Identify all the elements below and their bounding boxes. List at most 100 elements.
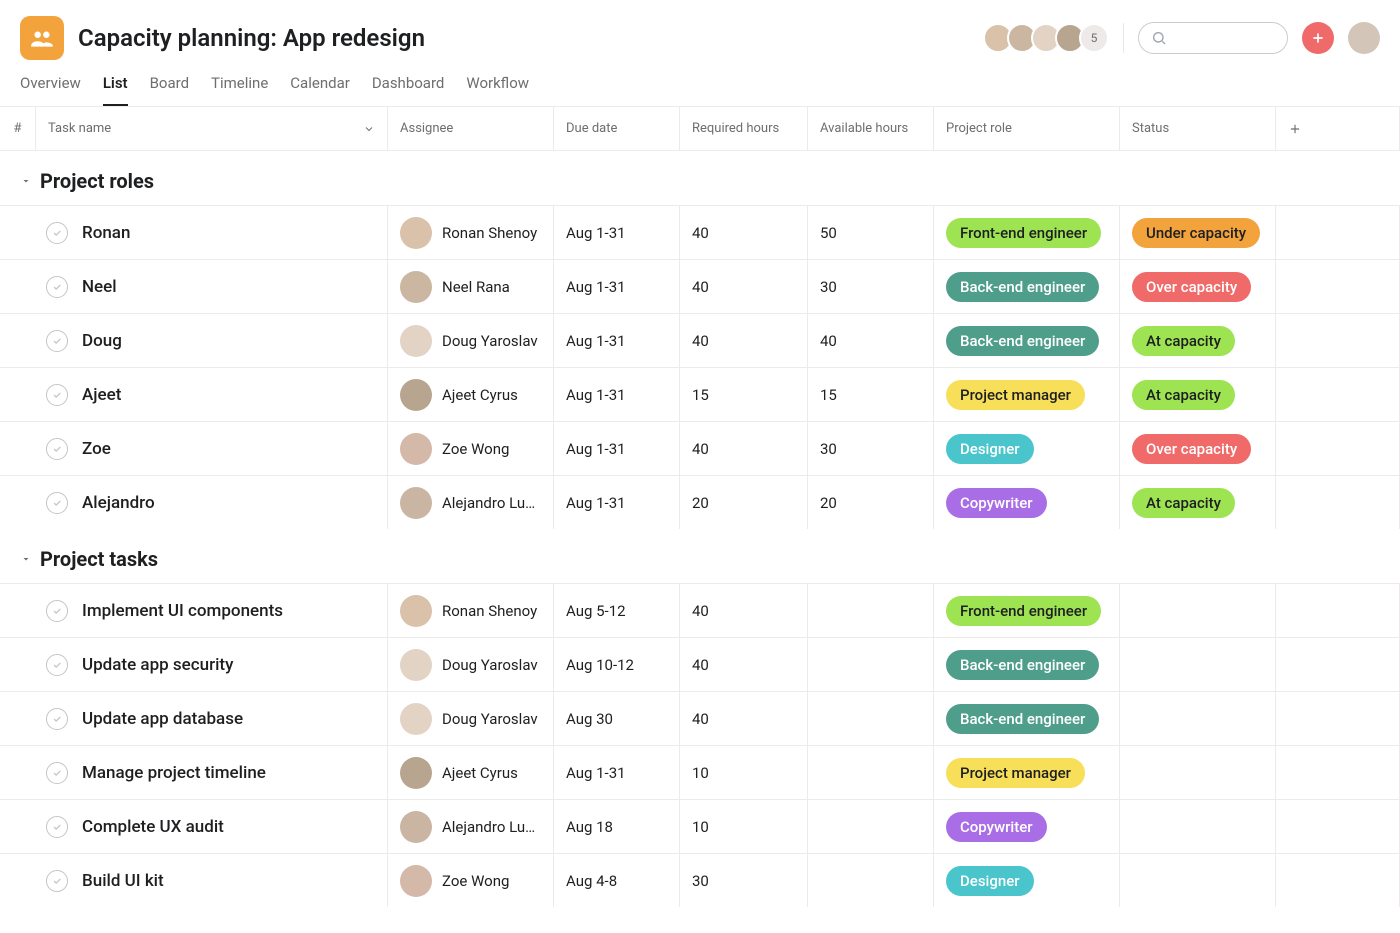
role-cell[interactable]: Project manager <box>934 368 1120 421</box>
assignee-cell[interactable]: Neel Rana <box>388 260 554 313</box>
table-row[interactable]: Update app securityDoug YaroslavAug 10-1… <box>0 637 1400 691</box>
available-hours-cell[interactable]: 30 <box>808 260 934 313</box>
assignee-cell[interactable]: Doug Yaroslav <box>388 692 554 745</box>
status-cell[interactable]: Under capacity <box>1120 206 1276 259</box>
status-cell[interactable] <box>1120 584 1276 637</box>
available-hours-cell[interactable]: 30 <box>808 422 934 475</box>
due-date-cell[interactable]: Aug 5-12 <box>554 584 680 637</box>
assignee-cell[interactable]: Doug Yaroslav <box>388 638 554 691</box>
required-hours-cell[interactable]: 40 <box>680 260 808 313</box>
status-cell[interactable]: Over capacity <box>1120 422 1276 475</box>
assignee-cell[interactable]: Ronan Shenoy <box>388 206 554 259</box>
table-row[interactable]: AlejandroAlejandro LunaAug 1-312020Copyw… <box>0 475 1400 529</box>
section-header[interactable]: Project roles <box>0 151 1400 205</box>
role-cell[interactable]: Back-end engineer <box>934 692 1120 745</box>
available-hours-cell[interactable] <box>808 800 934 853</box>
complete-toggle[interactable] <box>46 654 68 676</box>
role-cell[interactable]: Back-end engineer <box>934 314 1120 367</box>
complete-toggle[interactable] <box>46 492 68 514</box>
required-hours-cell[interactable]: 40 <box>680 584 808 637</box>
assignee-cell[interactable]: Ronan Shenoy <box>388 584 554 637</box>
add-button[interactable] <box>1302 22 1334 54</box>
due-date-cell[interactable]: Aug 1-31 <box>554 746 680 799</box>
role-cell[interactable]: Project manager <box>934 746 1120 799</box>
role-cell[interactable]: Front-end engineer <box>934 584 1120 637</box>
complete-toggle[interactable] <box>46 384 68 406</box>
task-name-cell[interactable]: Build UI kit <box>36 854 388 907</box>
task-name-cell[interactable]: Doug <box>36 314 388 367</box>
col-assignee[interactable]: Assignee <box>388 107 554 150</box>
complete-toggle[interactable] <box>46 222 68 244</box>
role-cell[interactable]: Copywriter <box>934 476 1120 529</box>
avatar-overflow-count[interactable]: 5 <box>1079 23 1109 53</box>
task-name-cell[interactable]: Implement UI components <box>36 584 388 637</box>
available-hours-cell[interactable]: 40 <box>808 314 934 367</box>
required-hours-cell[interactable]: 40 <box>680 692 808 745</box>
required-hours-cell[interactable]: 40 <box>680 206 808 259</box>
due-date-cell[interactable]: Aug 1-31 <box>554 314 680 367</box>
status-cell[interactable] <box>1120 854 1276 907</box>
status-cell[interactable] <box>1120 746 1276 799</box>
available-hours-cell[interactable] <box>808 746 934 799</box>
table-row[interactable]: NeelNeel RanaAug 1-314030Back-end engine… <box>0 259 1400 313</box>
tab-dashboard[interactable]: Dashboard <box>372 74 445 106</box>
available-hours-cell[interactable]: 50 <box>808 206 934 259</box>
tab-overview[interactable]: Overview <box>20 74 81 106</box>
required-hours-cell[interactable]: 30 <box>680 854 808 907</box>
col-available-hours[interactable]: Available hours <box>808 107 934 150</box>
assignee-cell[interactable]: Ajeet Cyrus <box>388 368 554 421</box>
task-name-cell[interactable]: Zoe <box>36 422 388 475</box>
status-cell[interactable]: At capacity <box>1120 368 1276 421</box>
status-cell[interactable]: Over capacity <box>1120 260 1276 313</box>
role-cell[interactable]: Back-end engineer <box>934 260 1120 313</box>
task-name-cell[interactable]: Manage project timeline <box>36 746 388 799</box>
complete-toggle[interactable] <box>46 762 68 784</box>
assignee-cell[interactable]: Zoe Wong <box>388 422 554 475</box>
assignee-cell[interactable]: Alejandro Luna <box>388 476 554 529</box>
available-hours-cell[interactable]: 15 <box>808 368 934 421</box>
due-date-cell[interactable]: Aug 18 <box>554 800 680 853</box>
table-row[interactable]: Build UI kitZoe WongAug 4-830Designer <box>0 853 1400 907</box>
table-row[interactable]: ZoeZoe WongAug 1-314030DesignerOver capa… <box>0 421 1400 475</box>
required-hours-cell[interactable]: 40 <box>680 638 808 691</box>
complete-toggle[interactable] <box>46 330 68 352</box>
due-date-cell[interactable]: Aug 1-31 <box>554 368 680 421</box>
due-date-cell[interactable]: Aug 10-12 <box>554 638 680 691</box>
complete-toggle[interactable] <box>46 708 68 730</box>
task-name-cell[interactable]: Ronan <box>36 206 388 259</box>
assignee-cell[interactable]: Zoe Wong <box>388 854 554 907</box>
available-hours-cell[interactable] <box>808 692 934 745</box>
available-hours-cell[interactable] <box>808 638 934 691</box>
status-cell[interactable] <box>1120 800 1276 853</box>
tab-calendar[interactable]: Calendar <box>290 74 350 106</box>
required-hours-cell[interactable]: 40 <box>680 314 808 367</box>
due-date-cell[interactable]: Aug 4-8 <box>554 854 680 907</box>
required-hours-cell[interactable]: 40 <box>680 422 808 475</box>
assignee-cell[interactable]: Alejandro Luna <box>388 800 554 853</box>
task-name-cell[interactable]: Alejandro <box>36 476 388 529</box>
role-cell[interactable]: Front-end engineer <box>934 206 1120 259</box>
required-hours-cell[interactable]: 15 <box>680 368 808 421</box>
col-required-hours[interactable]: Required hours <box>680 107 808 150</box>
due-date-cell[interactable]: Aug 1-31 <box>554 260 680 313</box>
task-name-cell[interactable]: Ajeet <box>36 368 388 421</box>
available-hours-cell[interactable]: 20 <box>808 476 934 529</box>
table-row[interactable]: Manage project timelineAjeet CyrusAug 1-… <box>0 745 1400 799</box>
status-cell[interactable]: At capacity <box>1120 476 1276 529</box>
complete-toggle[interactable] <box>46 276 68 298</box>
status-cell[interactable]: At capacity <box>1120 314 1276 367</box>
complete-toggle[interactable] <box>46 438 68 460</box>
col-status[interactable]: Status <box>1120 107 1276 150</box>
col-task-name[interactable]: Task name <box>36 107 388 150</box>
due-date-cell[interactable]: Aug 1-31 <box>554 422 680 475</box>
due-date-cell[interactable]: Aug 1-31 <box>554 206 680 259</box>
assignee-cell[interactable]: Doug Yaroslav <box>388 314 554 367</box>
table-row[interactable]: Update app databaseDoug YaroslavAug 3040… <box>0 691 1400 745</box>
project-icon[interactable] <box>20 16 64 60</box>
search-input[interactable] <box>1138 22 1288 54</box>
status-cell[interactable] <box>1120 638 1276 691</box>
complete-toggle[interactable] <box>46 816 68 838</box>
task-name-cell[interactable]: Neel <box>36 260 388 313</box>
table-row[interactable]: RonanRonan ShenoyAug 1-314050Front-end e… <box>0 205 1400 259</box>
avatar-stack[interactable]: 5 <box>983 23 1109 53</box>
